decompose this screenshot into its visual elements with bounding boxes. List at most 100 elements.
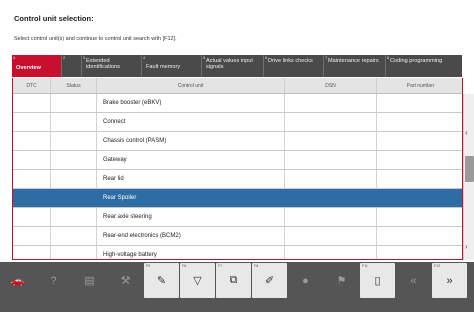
status-cell [51,151,97,169]
function-key-label: F12 [434,264,441,268]
table-row[interactable]: Chassis control (PASM) [13,132,462,151]
edit-icon: ✎ [156,275,167,287]
table-row[interactable]: High-voltage battery [13,246,462,259]
status-cell [51,132,97,150]
header: Control unit selection: Select control u… [0,0,474,55]
dsn-cell [285,189,377,207]
table-header: DTC Status Control unit DSN Part number [13,78,462,94]
tab-overview[interactable]: 1 Overview [12,55,62,77]
record-icon: ● [302,274,309,287]
tools-button[interactable]: ⚒ [108,263,143,298]
part-number-cell [377,170,462,188]
help-icon: ? [50,274,57,287]
tab-label: Extended identifications [86,58,120,71]
wrench-button[interactable]: F8 ✐ [252,263,287,298]
tab-blank[interactable]: 2 [62,55,82,77]
car-icon: 🚗 [10,275,25,287]
control-unit-cell: Gateway [97,151,285,169]
filter-icon: ▽ [193,275,202,287]
filter-button[interactable]: F6 ▽ [180,263,215,298]
column-header-dtc[interactable]: DTC [13,78,51,93]
dtc-cell [13,170,51,188]
tab-fkey: 7 [325,55,328,60]
dtc-cell [13,227,51,245]
tab-actual-values[interactable]: 5 Actual values input signals [202,55,264,77]
part-number-cell [377,189,462,207]
car-button[interactable]: 🚗 [0,263,35,298]
status-cell [51,227,97,245]
tab-fkey: 5 [203,55,206,60]
status-cell [51,189,97,207]
tab-extended-identifications[interactable]: 3 Extended identifications [82,55,142,77]
dtc-cell [13,246,51,259]
column-header-part-number[interactable]: Part number [377,78,462,93]
tab-label: Actual values input signals [206,58,253,71]
view-button[interactable]: F7 ⧉ [216,263,251,298]
vertical-scrollbar[interactable]: ‹ › [463,94,474,260]
function-key-label: F6 [182,264,187,268]
column-header-dsn[interactable]: DSN [285,78,377,93]
table-body: Brake booster (eBKV) Connect Chassis contr… [13,94,462,259]
status-cell [51,170,97,188]
dsn-cell [285,151,377,169]
table-row[interactable]: Rear-end electronics (BCM2) [13,227,462,246]
scroll-down-icon[interactable]: › [465,242,468,251]
table-row[interactable]: Rear lid [13,170,462,189]
help-button[interactable]: ? [36,263,71,298]
tab-drive-links[interactable]: 6 Drive links checks [264,55,324,77]
tab-fkey: 1 [13,55,16,60]
function-key-label: F7 [218,264,223,268]
document-icon: ▤ [84,275,95,287]
status-cell [51,94,97,112]
flag-button[interactable]: ⚑ [324,263,359,298]
tab-fkey: 6 [265,55,268,60]
dsn-cell [285,170,377,188]
back-button[interactable]: « [396,263,431,298]
tab-fault-memory[interactable]: 4 Fault memory [142,55,202,77]
status-cell [51,246,97,259]
page-title: Control unit selection: [14,14,94,23]
control-unit-cell: Rear Spoiler [97,189,285,207]
tab-coding-programming[interactable]: 8 Coding programming [386,55,462,77]
table-row[interactable]: Gateway [13,151,462,170]
document-button[interactable]: ▤ [72,263,107,298]
dtc-cell [13,189,51,207]
scroll-thumb[interactable] [465,156,474,182]
column-header-control-unit[interactable]: Control unit [97,78,285,93]
tab-fkey: 3 [83,55,86,60]
control-unit-cell: Connect [97,113,285,131]
control-unit-cell: Brake booster (eBKV) [97,94,285,112]
table-row[interactable]: Connect [13,113,462,132]
dtc-cell [13,94,51,112]
column-header-status[interactable]: Status [51,78,97,93]
function-key-label: F5 [146,264,151,268]
table-row[interactable]: Brake booster (eBKV) [13,94,462,113]
control-unit-cell: Rear-end electronics (BCM2) [97,227,285,245]
part-number-cell [377,246,462,259]
tab-label: Overview [16,64,41,71]
dsn-cell [285,208,377,226]
copy-button[interactable]: F11 ▯ [360,263,395,298]
tab-bar: 1 Overview 2 3 Extended identifications … [12,55,462,77]
tab-label: Fault memory [146,63,181,70]
scroll-up-icon[interactable]: ‹ [465,128,468,137]
copy-icon: ▯ [374,275,381,287]
dsn-cell [285,113,377,131]
instruction-text: Select control unit(s) and continue to c… [14,36,177,42]
control-unit-cell: Rear lid [97,170,285,188]
dtc-cell [13,151,51,169]
forward-button[interactable]: F12 » [432,263,467,298]
tab-maintenance-repairs[interactable]: 7 Maintenance repairs [324,55,386,77]
part-number-cell [377,151,462,169]
table-row[interactable]: Rear axle steering [13,208,462,227]
dtc-cell [13,132,51,150]
part-number-cell [377,132,462,150]
dtc-cell [13,208,51,226]
tab-fkey: 8 [387,55,390,60]
record-button[interactable]: ● [288,263,323,298]
control-unit-cell: Chassis control (PASM) [97,132,285,150]
table-row[interactable]: Rear Spoiler [13,189,462,208]
edit-button[interactable]: F5 ✎ [144,263,179,298]
dtc-cell [13,113,51,131]
tools-icon: ⚒ [120,275,131,287]
